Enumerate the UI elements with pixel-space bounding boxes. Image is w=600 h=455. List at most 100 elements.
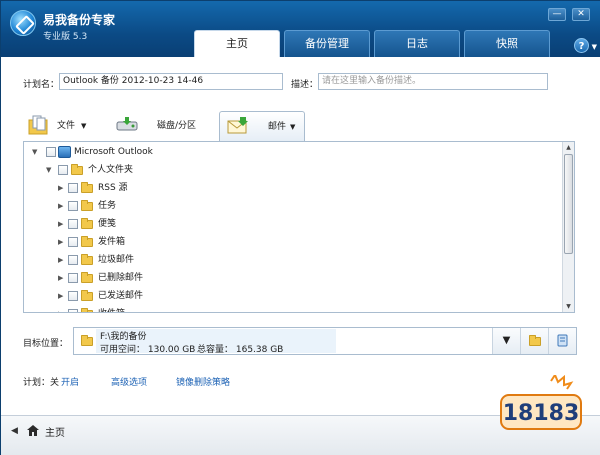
collapse-arrow-icon[interactable]: ▼: [46, 161, 51, 179]
source-disk-label: 磁盘/分区: [157, 121, 197, 131]
close-button[interactable]: ✕: [572, 8, 590, 21]
mirror-delete-policy-link[interactable]: 镜像删除策略: [176, 375, 230, 388]
expand-arrow-icon[interactable]: ▶: [58, 197, 63, 215]
tree-root-label: Microsoft Outlook: [74, 147, 153, 157]
list-item[interactable]: ▶ 收件箱: [24, 305, 554, 312]
database-button[interactable]: [548, 328, 576, 354]
main-content: 计划名： Outlook 备份 2012-10-23 14-46 描述： 请在这…: [1, 57, 600, 415]
expand-arrow-icon[interactable]: ▶: [58, 215, 63, 233]
list-item[interactable]: ▶ 任务: [24, 197, 554, 215]
advanced-options-link[interactable]: 高级选项: [111, 375, 147, 388]
folder-label: 垃圾邮件: [98, 255, 135, 265]
app-window: 易我备份专家 专业版 5.3 — ✕ 主页 备份管理 日志 快照 ? ▼ 计划名…: [0, 0, 600, 455]
tree-scrollbar[interactable]: ▲ ▼: [562, 142, 574, 312]
tree-personal-label: 个人文件夹: [88, 165, 134, 175]
folder-icon: [81, 308, 93, 312]
checkbox[interactable]: [68, 291, 78, 301]
source-mail-button[interactable]: 邮件 ▼: [219, 111, 305, 141]
list-item[interactable]: ▶ 已删除邮件: [24, 269, 554, 287]
checkbox[interactable]: [68, 201, 78, 211]
outlook-icon: [58, 146, 71, 158]
destination-label: 目标位置：: [23, 339, 69, 349]
database-icon: [557, 334, 568, 347]
description-label: 描述：: [291, 80, 319, 90]
home-icon[interactable]: [27, 425, 39, 436]
source-mail-label: 邮件: [268, 122, 287, 132]
app-logo-icon: [10, 10, 36, 36]
minimize-button[interactable]: —: [548, 8, 566, 21]
tab-snapshot[interactable]: 快照: [464, 30, 550, 57]
expand-arrow-icon[interactable]: ▶: [58, 287, 63, 305]
source-file-button[interactable]: 文件 ▼: [23, 111, 109, 141]
scroll-down-icon[interactable]: ▼: [563, 301, 574, 312]
help-icon[interactable]: ?: [574, 38, 589, 53]
scroll-up-icon[interactable]: ▲: [563, 142, 574, 153]
disk-partition-icon: [116, 117, 138, 131]
checkbox[interactable]: [68, 237, 78, 247]
source-mail-chevron-icon[interactable]: ▼: [290, 112, 295, 142]
folder-label: RSS 源: [98, 183, 128, 193]
list-item[interactable]: ▶ 发件箱: [24, 233, 554, 251]
help-menu-chevron-icon[interactable]: ▼: [592, 43, 597, 51]
browse-folder-button[interactable]: [520, 328, 548, 354]
folder-label: 收件箱: [98, 305, 125, 312]
title-bar: 易我备份专家 专业版 5.3 — ✕ 主页 备份管理 日志 快照 ? ▼: [1, 1, 600, 57]
expand-arrow-icon[interactable]: ▶: [58, 269, 63, 287]
folder-label: 任务: [98, 201, 117, 211]
destination-total-space: 总容量： 165.38 GB: [197, 345, 284, 355]
folder-icon: [71, 164, 83, 175]
back-arrow-icon[interactable]: ◀: [11, 426, 18, 436]
list-item[interactable]: ▶ 已发送邮件: [24, 287, 554, 305]
folder-label: 便笺: [98, 219, 117, 229]
folder-icon: [81, 182, 93, 193]
destination-dropdown-chevron-icon[interactable]: ▼: [492, 328, 520, 354]
enable-schedule-link[interactable]: 开启: [61, 375, 79, 388]
checkbox[interactable]: [68, 255, 78, 265]
folder-icon: [81, 218, 93, 229]
tree-root-row[interactable]: ▼ Microsoft Outlook: [24, 143, 554, 161]
list-item[interactable]: ▶ RSS 源: [24, 179, 554, 197]
destination-free-space: 可用空间： 130.00 GB: [100, 345, 196, 355]
expand-arrow-icon[interactable]: ▶: [58, 251, 63, 269]
source-file-label: 文件: [57, 121, 76, 131]
folder-label: 发件箱: [98, 237, 126, 247]
folder-label: 已发送邮件: [98, 291, 144, 301]
tab-backup-management[interactable]: 备份管理: [284, 30, 370, 57]
folder-icon: [529, 335, 541, 346]
mail-folder-tree: ▼ Microsoft Outlook ▼ 个人文件夹 ▶ RSS 源 ▶ 任务…: [23, 141, 575, 313]
plan-name-label: 计划名：: [23, 80, 60, 90]
expand-arrow-icon[interactable]: ▶: [58, 305, 63, 312]
file-folder-icon: [28, 115, 48, 135]
watermark-logo: 18183: [500, 375, 582, 430]
plan-name-input[interactable]: Outlook 备份 2012-10-23 14-46: [59, 73, 283, 90]
checkbox[interactable]: [68, 183, 78, 193]
folder-icon: [81, 290, 93, 301]
expand-arrow-icon[interactable]: ▶: [58, 233, 63, 251]
folder-icon: [81, 254, 93, 265]
folder-icon: [81, 272, 93, 283]
checkbox[interactable]: [68, 219, 78, 229]
source-disk-button[interactable]: 磁盘/分区: [113, 111, 223, 141]
tab-log[interactable]: 日志: [374, 30, 460, 57]
folder-icon: [81, 200, 93, 211]
scroll-thumb[interactable]: [564, 154, 573, 254]
home-label[interactable]: 主页: [45, 424, 65, 439]
checkbox[interactable]: [46, 147, 56, 157]
app-version: 专业版 5.3: [43, 32, 88, 42]
folder-icon: [81, 236, 93, 247]
checkbox[interactable]: [58, 165, 68, 175]
mail-icon: [227, 117, 248, 134]
folder-icon: [81, 335, 93, 346]
checkbox[interactable]: [68, 273, 78, 283]
destination-path: F:\我的备份: [100, 332, 147, 342]
collapse-arrow-icon[interactable]: ▼: [32, 143, 37, 161]
destination-selector[interactable]: F:\我的备份 可用空间： 130.00 GB 总容量： 165.38 GB ▼: [73, 327, 577, 355]
description-input[interactable]: 请在这里输入备份描述。: [318, 73, 548, 90]
expand-arrow-icon[interactable]: ▶: [58, 179, 63, 197]
list-item[interactable]: ▶ 垃圾邮件: [24, 251, 554, 269]
list-item[interactable]: ▶ 便笺: [24, 215, 554, 233]
checkbox[interactable]: [68, 309, 78, 312]
source-file-chevron-icon[interactable]: ▼: [81, 111, 86, 141]
tree-personal-row[interactable]: ▼ 个人文件夹: [24, 161, 554, 179]
tab-home[interactable]: 主页: [194, 30, 280, 57]
